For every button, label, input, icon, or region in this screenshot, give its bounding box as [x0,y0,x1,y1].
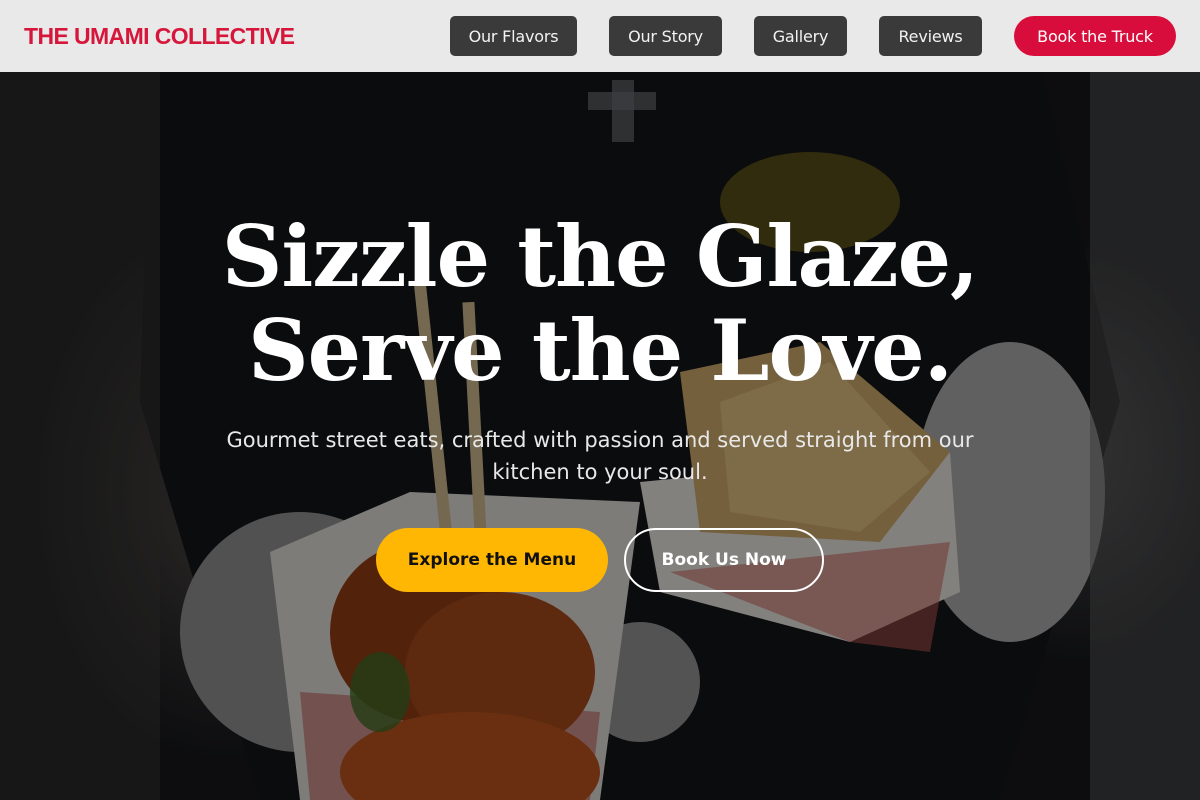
headline-line-2: Serve the Love. [247,301,953,400]
hero-headline: Sizzle the Glaze, Serve the Love. [0,210,1200,398]
main-nav: Our Flavors Our Story Gallery Reviews Bo… [0,16,1200,56]
site-header: THE UMAMI COLLECTIVE Our Flavors Our Sto… [0,0,1200,72]
nav-gallery[interactable]: Gallery [754,16,847,56]
nav-our-flavors[interactable]: Our Flavors [450,16,577,56]
hero-subtitle: Gourmet street eats, crafted with passio… [226,428,974,484]
hero-section: Sizzle the Glaze, Serve the Love. Gourme… [0,72,1200,800]
nav-our-story[interactable]: Our Story [609,16,722,56]
book-us-now-button[interactable]: Book Us Now [624,528,824,592]
nav-reviews[interactable]: Reviews [879,16,982,56]
headline-line-1: Sizzle the Glaze, [221,207,980,306]
explore-menu-button[interactable]: Explore the Menu [376,528,608,592]
book-the-truck-button[interactable]: Book the Truck [1014,16,1176,56]
